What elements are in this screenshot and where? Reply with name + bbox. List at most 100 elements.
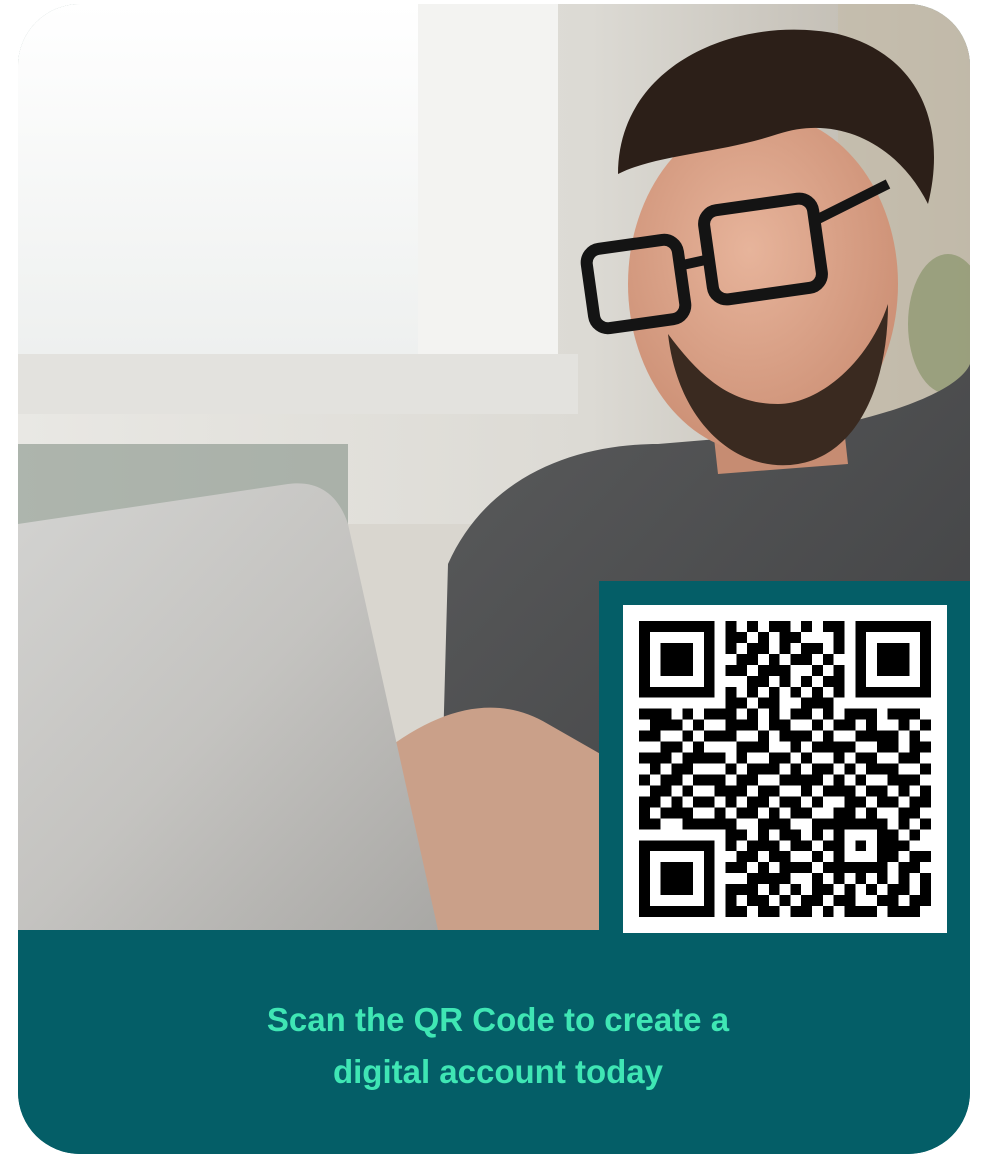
qr-module [703, 862, 715, 874]
qr-module [887, 906, 899, 917]
qr-module [855, 653, 867, 665]
qr-code-icon[interactable] [623, 605, 947, 933]
qr-module [639, 873, 650, 885]
qr-module [747, 774, 758, 786]
qr-module [725, 730, 737, 742]
qr-module [866, 906, 877, 917]
qr-module [866, 785, 877, 797]
qr-module [833, 873, 845, 885]
qr-module [703, 774, 715, 786]
qr-module [747, 741, 758, 753]
qr-module [757, 906, 769, 917]
qr-module [649, 719, 661, 731]
qr-module [725, 862, 737, 874]
qr-module [909, 621, 921, 632]
qr-module [671, 763, 683, 775]
qr-module [812, 686, 823, 698]
qr-module [790, 631, 802, 643]
qr-module [844, 807, 856, 819]
qr-module [639, 906, 650, 917]
qr-module [801, 730, 813, 742]
qr-module [812, 851, 823, 863]
qr-module [736, 631, 748, 643]
qr-module [866, 686, 877, 698]
qr-module [779, 642, 791, 654]
qr-module [833, 741, 845, 753]
qr-module [920, 851, 931, 863]
qr-module [682, 730, 694, 742]
qr-module [639, 708, 650, 720]
qr-module [682, 884, 694, 896]
qr-module [898, 774, 910, 786]
qr-module [703, 686, 715, 698]
qr-module [768, 708, 780, 720]
qr-module [649, 730, 661, 742]
qr-module [747, 873, 758, 885]
qr-module [876, 621, 888, 632]
qr-module [866, 730, 877, 742]
qr-module [909, 752, 921, 764]
qr-module [898, 708, 910, 720]
qr-module [757, 664, 769, 676]
qr-module [790, 730, 802, 742]
qr-module [736, 807, 748, 819]
qr-module [768, 653, 780, 665]
qr-module [639, 752, 650, 764]
qr-module [693, 719, 704, 731]
qr-module [682, 621, 694, 632]
qr-module [768, 621, 780, 632]
qr-module [660, 862, 672, 874]
qr-module [801, 642, 813, 654]
qr-module [909, 862, 921, 874]
qr-module [725, 697, 737, 709]
qr-module [779, 664, 791, 676]
qr-module [876, 741, 888, 753]
qr-module [790, 906, 802, 917]
qr-module [833, 862, 845, 874]
qr-module [639, 895, 650, 907]
qr-module [909, 895, 921, 907]
qr-module [920, 884, 931, 896]
qr-module [703, 873, 715, 885]
qr-module [833, 621, 845, 632]
qr-module [790, 741, 802, 753]
qr-module [649, 621, 661, 632]
qr-module [920, 719, 931, 731]
qr-module [660, 906, 672, 917]
qr-module [833, 829, 845, 841]
qr-module [671, 884, 683, 896]
qr-module [801, 675, 813, 687]
qr-module [768, 873, 780, 885]
qr-module [671, 873, 683, 885]
qr-module [703, 621, 715, 632]
qr-module [812, 829, 823, 841]
qr-module [822, 862, 834, 874]
qr-module [736, 752, 748, 764]
qr-module [768, 851, 780, 863]
qr-module [736, 785, 748, 797]
qr-module [639, 774, 650, 786]
qr-module [660, 774, 672, 786]
qr-module [822, 906, 834, 917]
qr-module [725, 818, 737, 830]
qr-module [736, 851, 748, 863]
qr-module [779, 621, 791, 632]
qr-module [703, 840, 715, 852]
qr-module [671, 906, 683, 917]
qr-module [682, 807, 694, 819]
qr-module [703, 708, 715, 720]
qr-module [714, 785, 726, 797]
qr-module [920, 653, 931, 665]
qr-module [682, 642, 694, 654]
qr-module [855, 774, 867, 786]
qr-module [876, 785, 888, 797]
qr-module [844, 884, 856, 896]
qr-module [801, 785, 813, 797]
qr-module [866, 719, 877, 731]
qr-module [920, 873, 931, 885]
qr-module [833, 675, 845, 687]
qr-module [822, 708, 834, 720]
qr-module [757, 763, 769, 775]
qr-module [747, 840, 758, 852]
qr-module [920, 642, 931, 654]
